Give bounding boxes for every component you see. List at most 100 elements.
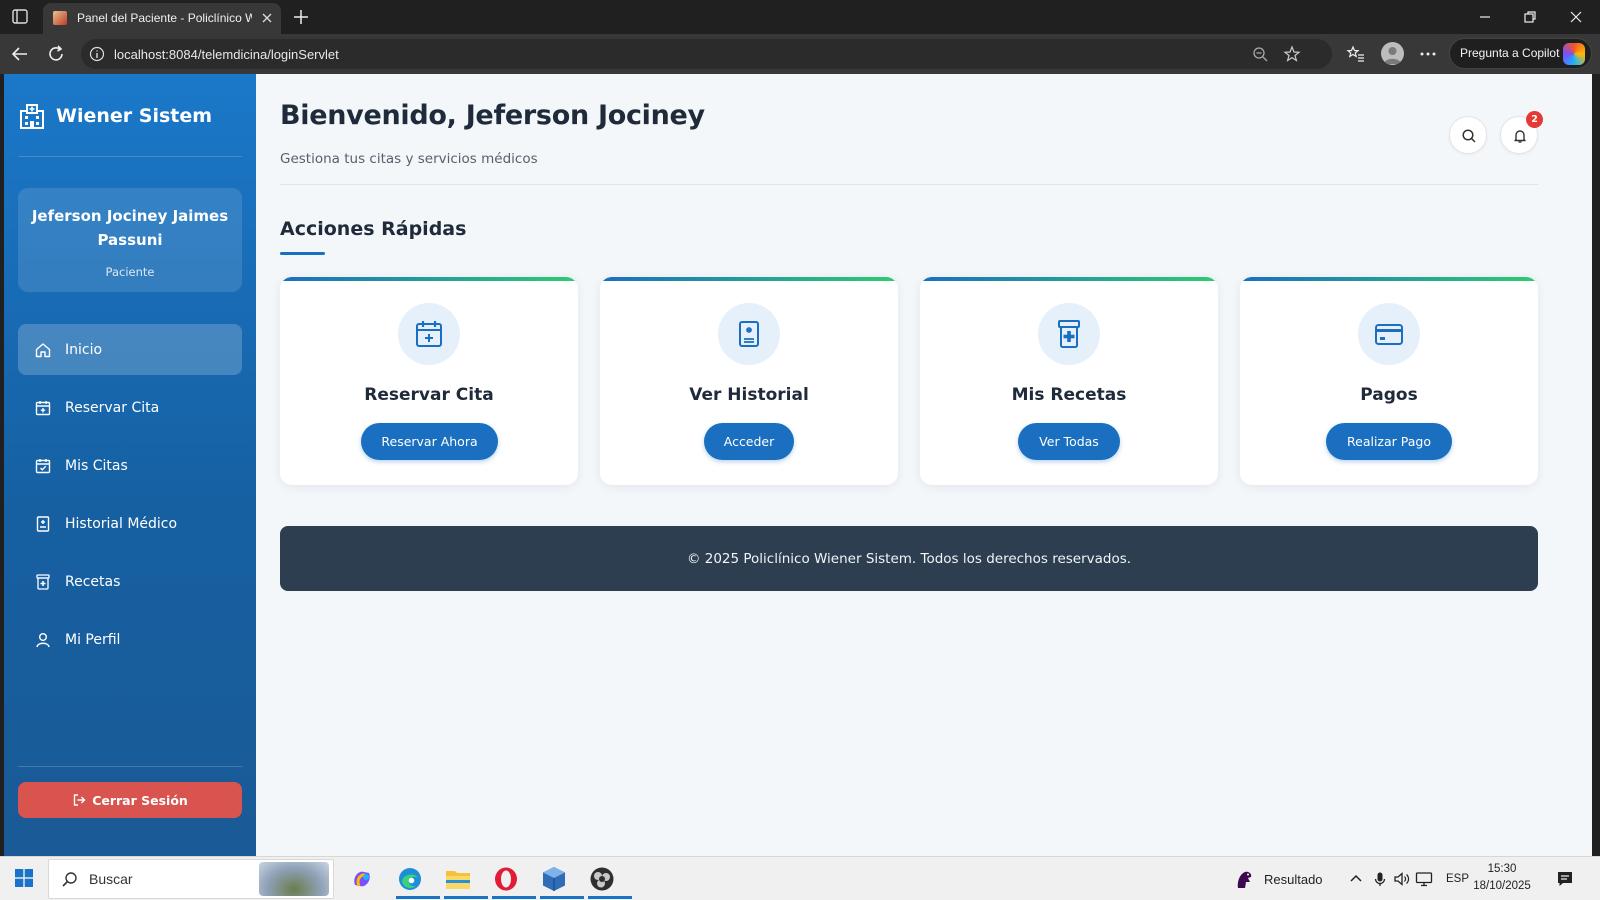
- bell-icon: [1514, 130, 1526, 143]
- action-card-mis-recetas: Mis Recetas Ver Todas: [920, 277, 1218, 485]
- sidebar-item-label: Inicio: [65, 341, 103, 358]
- minimize-icon[interactable]: [1476, 8, 1494, 26]
- clock-time: 15:30: [1487, 863, 1517, 875]
- calendar-plus-icon: [34, 399, 52, 417]
- restore-icon[interactable]: [1521, 8, 1539, 26]
- sidebar-item-inicio[interactable]: Inicio: [18, 324, 242, 375]
- sidebar-item-label: Mi Perfil: [65, 631, 121, 648]
- reload-icon[interactable]: [46, 44, 66, 64]
- prescription-icon: [34, 573, 52, 591]
- copilot-icon: [1563, 43, 1585, 65]
- page-viewport: Wiener Sistem Jeferson Jociney Jaimes Pa…: [4, 74, 1596, 856]
- tab-close-icon[interactable]: [261, 12, 273, 24]
- weather-label: Resultado: [1264, 871, 1323, 887]
- card-icon-circle: [1358, 303, 1420, 365]
- sidebar-item-reservar-cita[interactable]: Reservar Cita: [18, 382, 242, 433]
- zoom-out-icon[interactable]: [1251, 45, 1269, 63]
- sidebar-item-label: Mis Citas: [65, 457, 128, 474]
- virtualbox-app-icon[interactable]: [538, 863, 584, 899]
- action-card-ver-historial: Ver Historial Acceder: [600, 277, 898, 485]
- logout-button[interactable]: Cerrar Sesión: [18, 782, 242, 818]
- copilot-app-icon[interactable]: [346, 863, 378, 895]
- search-button[interactable]: [1449, 116, 1487, 154]
- clock[interactable]: 15:30 18/10/2025: [1466, 861, 1538, 895]
- calendar-check-icon: [34, 457, 52, 475]
- section-underline: [280, 252, 325, 255]
- back-icon[interactable]: [10, 44, 30, 64]
- card-title: Ver Historial: [689, 385, 809, 405]
- favorite-star-icon[interactable]: [1283, 45, 1301, 63]
- opera-app-icon[interactable]: [490, 863, 536, 899]
- microphone-icon[interactable]: [1372, 871, 1388, 887]
- page-subtitle: Gestiona tus citas y servicios médicos: [280, 151, 538, 167]
- sidebar-item-label: Historial Médico: [65, 515, 178, 532]
- card-title: Reservar Cita: [364, 385, 494, 405]
- credit-card-icon: [1375, 324, 1403, 345]
- browser-tab-active[interactable]: Panel del Paciente - Policlínico Wiener …: [43, 3, 281, 34]
- url-text: localhost:8084/telemdicina/loginServlet: [114, 47, 339, 62]
- header-divider: [280, 184, 1538, 185]
- more-options-icon[interactable]: [1418, 44, 1438, 64]
- tab-favicon-icon: [53, 11, 67, 25]
- new-tab-icon[interactable]: [292, 8, 310, 26]
- sidebar-item-mis-citas[interactable]: Mis Citas: [18, 440, 242, 491]
- close-window-icon[interactable]: [1567, 8, 1585, 26]
- acceder-button[interactable]: Acceder: [704, 423, 794, 460]
- weather-widget[interactable]: Resultado: [1234, 857, 1323, 900]
- main-content: Bienvenido, Jeferson Jociney Gestiona tu…: [256, 74, 1596, 856]
- tab-actions-icon[interactable]: [10, 7, 32, 27]
- hospital-icon: [18, 102, 46, 130]
- obs-app-icon[interactable]: [586, 863, 632, 899]
- chevron-up-icon[interactable]: [1348, 871, 1364, 887]
- tab-title: Panel del Paciente - Policlínico Wiener …: [77, 11, 252, 25]
- address-bar: localhost:8084/telemdicina/loginServlet …: [0, 34, 1600, 74]
- page-title: Bienvenido, Jeferson Jociney: [280, 100, 705, 131]
- premier-league-icon: [1237, 871, 1252, 888]
- search-icon: [1462, 129, 1476, 143]
- user-name: Jeferson Jociney Jaimes Passuni: [31, 207, 229, 249]
- browser-tab-bar: Panel del Paciente - Policlínico Wiener …: [0, 0, 1600, 34]
- section-title: Acciones Rápidas: [280, 218, 467, 240]
- site-info-icon[interactable]: [89, 46, 105, 62]
- url-field[interactable]: localhost:8084/telemdicina/loginServlet: [81, 39, 1332, 69]
- card-accent-bar: [1240, 277, 1538, 281]
- notification-badge: 2: [1526, 111, 1543, 128]
- brand[interactable]: Wiener Sistem: [18, 100, 212, 132]
- taskbar-search-label: Buscar: [89, 871, 133, 887]
- reservar-ahora-button[interactable]: Reservar Ahora: [361, 423, 498, 460]
- medical-file-icon: [739, 321, 759, 347]
- file-explorer-icon[interactable]: [442, 863, 488, 899]
- windows-start-icon[interactable]: [14, 868, 34, 888]
- quick-actions-grid: Reservar Cita Reservar Ahora Ver Histori…: [280, 277, 1538, 485]
- favorites-icon[interactable]: [1346, 44, 1366, 64]
- edge-app-icon[interactable]: [394, 863, 440, 899]
- card-icon-circle: [718, 303, 780, 365]
- card-title: Mis Recetas: [1011, 385, 1127, 405]
- system-tray: ESP: [1348, 857, 1469, 900]
- search-icon: [61, 871, 78, 888]
- notifications-center-icon[interactable]: [1556, 870, 1574, 888]
- ver-todas-button[interactable]: Ver Todas: [1018, 423, 1120, 460]
- footer: © 2025 Policlínico Wiener Sistem. Todos …: [280, 526, 1538, 591]
- taskbar-search[interactable]: Buscar: [48, 859, 334, 899]
- sidebar-item-mi-perfil[interactable]: Mi Perfil: [18, 614, 242, 665]
- notifications-button[interactable]: 2: [1500, 111, 1543, 154]
- sidebar-item-historial-medico[interactable]: Historial Médico: [18, 498, 242, 549]
- network-icon[interactable]: [1415, 871, 1433, 887]
- copilot-button[interactable]: Pregunta a Copilot: [1449, 38, 1592, 69]
- sidebar-item-recetas[interactable]: Recetas: [18, 556, 242, 607]
- realizar-pago-button[interactable]: Realizar Pago: [1326, 423, 1452, 460]
- logout-icon: [72, 793, 86, 807]
- brand-name: Wiener Sistem: [56, 105, 213, 127]
- speaker-icon[interactable]: [1393, 871, 1411, 887]
- sidebar-divider: [18, 156, 242, 157]
- card-accent-bar: [600, 277, 898, 281]
- home-icon: [34, 341, 52, 359]
- search-highlight-image: [259, 862, 329, 896]
- card-accent-bar: [920, 277, 1218, 281]
- medical-file-icon: [34, 515, 52, 533]
- sidebar-divider: [18, 766, 242, 767]
- profile-avatar[interactable]: [1381, 42, 1404, 65]
- sidebar-nav: Inicio Reservar Cita Mis Citas Historial…: [18, 324, 242, 672]
- taskbar: Buscar Resultado ESP 15:30 18/10/2025: [0, 856, 1600, 900]
